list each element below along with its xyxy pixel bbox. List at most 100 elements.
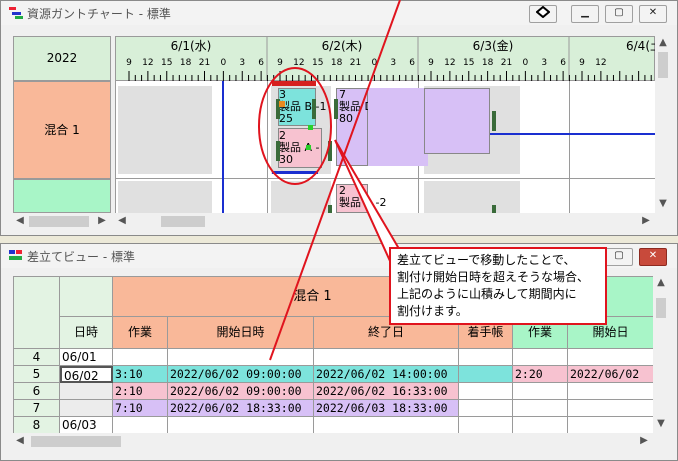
hidden-cell[interactable] [459, 366, 513, 383]
job-block-a2[interactable]: 2 製品 A -2 [336, 184, 387, 213]
current-date-line [222, 81, 224, 213]
left-hscroll-thumb[interactable] [29, 216, 89, 227]
app-icon [9, 7, 23, 19]
hidden-cell[interactable] [459, 400, 513, 417]
start2-cell[interactable] [568, 349, 653, 366]
hidden-cell[interactable] [459, 417, 513, 433]
row-number[interactable]: 7 [14, 400, 60, 417]
sashi-title: 差立てビュー - 標準 [27, 250, 135, 264]
hour-label: 18 [482, 58, 494, 68]
row-number[interactable]: 4 [14, 349, 60, 366]
scroll-right-icon[interactable]: ▶ [639, 215, 653, 226]
end-cell[interactable] [314, 349, 459, 366]
scroll-right-icon[interactable]: ▶ [95, 215, 109, 226]
start2-cell[interactable] [568, 383, 653, 400]
hour-label: 15 [463, 58, 474, 68]
setup-marker [328, 205, 332, 213]
row-number[interactable]: 8 [14, 417, 60, 433]
row-number[interactable]: 6 [14, 383, 60, 400]
work-cell[interactable]: 7:10 [113, 400, 168, 417]
date-cell[interactable]: 06/01 [60, 349, 113, 366]
hidden-cell[interactable] [459, 383, 513, 400]
day-label: 6/2(木) [322, 39, 363, 53]
gantt-chart-area: 3 製品 B -1 25 2 製品 A - 30 7 製品 D -10 80 2… [115, 81, 655, 213]
hour-label: 9 [428, 58, 434, 68]
start2-cell[interactable]: 2022/06/02 [568, 366, 653, 383]
end-cell[interactable] [314, 417, 459, 433]
maximize-icon[interactable]: ▢ [605, 5, 633, 23]
hour-label: 15 [161, 58, 172, 68]
end-cell[interactable]: 2022/06/02 14:00:00 [314, 366, 459, 383]
close-icon[interactable]: ✕ [639, 248, 667, 266]
close-icon[interactable]: ✕ [639, 5, 667, 23]
hour-label: 6 [560, 58, 566, 68]
start2-cell[interactable] [568, 400, 653, 417]
start-cell[interactable]: 2022/06/02 18:33:00 [168, 400, 314, 417]
date-cell[interactable]: 06/03 [60, 417, 113, 433]
work2-cell[interactable] [513, 400, 568, 417]
work2-cell[interactable] [513, 417, 568, 433]
day-label: 6/4(土 [626, 39, 656, 53]
job-block-d2[interactable] [424, 88, 490, 154]
corner-cell [60, 277, 113, 317]
work2-cell[interactable] [513, 383, 568, 400]
callout-box: 差立てビューで移動したことで、 割付け開始日時を超えそうな場合、 上記のように山… [389, 247, 607, 325]
scroll-down-icon[interactable]: ▼ [655, 198, 671, 209]
gantt-hscrollbar[interactable]: ◀ ▶ [115, 213, 655, 230]
end-cell[interactable]: 2022/06/02 16:33:00 [314, 383, 459, 400]
start-cell[interactable] [168, 349, 314, 366]
start-cell[interactable]: 2022/06/02 09:00:00 [168, 383, 314, 400]
resource-label: 混合 1 [44, 123, 80, 137]
col-header-start[interactable]: 開始日時 [168, 317, 314, 349]
end-cell[interactable]: 2022/06/03 18:33:00 [314, 400, 459, 417]
hidden-cell[interactable] [459, 349, 513, 366]
work-cell[interactable] [113, 417, 168, 433]
settings-icon[interactable] [529, 5, 557, 23]
row-number[interactable]: 5 [14, 366, 60, 383]
scroll-up-icon[interactable]: ▲ [655, 37, 671, 48]
sashi-hscrollbar[interactable]: ◀ ▶ [13, 433, 653, 450]
date-cell[interactable] [60, 400, 113, 417]
col-header-work[interactable]: 作業 [113, 317, 168, 349]
col-header-date[interactable]: 日時 [60, 317, 113, 349]
scroll-left-icon[interactable]: ◀ [13, 435, 27, 446]
work-cell[interactable]: 2:10 [113, 383, 168, 400]
resource-row-1[interactable]: 混合 1 [13, 81, 111, 179]
scroll-up-icon[interactable]: ▲ [653, 277, 669, 288]
work-cell[interactable]: 3:10 [113, 366, 168, 383]
minimize-icon[interactable]: ▁ [571, 5, 599, 23]
work2-cell[interactable]: 2:20 [513, 366, 568, 383]
job-block-d-tail[interactable] [368, 88, 428, 166]
setup-marker [492, 205, 496, 213]
scroll-down-icon[interactable]: ▼ [653, 418, 669, 429]
gantt-hscroll-thumb[interactable] [161, 216, 205, 227]
left-hscrollbar[interactable]: ◀ ▶ [13, 213, 111, 230]
start-cell[interactable]: 2022/06/02 09:00:00 [168, 366, 314, 383]
job-block-d[interactable]: 7 製品 D -10 80 [336, 88, 394, 166]
sashi-vscroll-thumb[interactable] [656, 298, 666, 318]
work2-cell[interactable] [513, 349, 568, 366]
gantt-titlebar[interactable]: 資源ガントチャート - 標準 ▁ ▢ ✕ [1, 1, 677, 25]
sashi-hscroll-thumb[interactable] [31, 436, 121, 447]
hour-label: 18 [180, 58, 192, 68]
scroll-left-icon[interactable]: ◀ [115, 215, 129, 226]
start2-cell[interactable] [568, 417, 653, 433]
gantt-vscroll-thumb[interactable] [658, 52, 668, 78]
maximize-icon[interactable]: ▢ [605, 248, 633, 266]
hour-label: 3 [239, 58, 245, 68]
col-header-date-label: 日時 [73, 325, 98, 339]
row-divider [116, 178, 655, 179]
scroll-left-icon[interactable]: ◀ [13, 215, 27, 226]
gantt-vscrollbar[interactable]: ▲ ▼ [655, 36, 671, 213]
setup-marker [492, 111, 496, 131]
hour-label: 0 [372, 58, 378, 68]
date-cell[interactable] [60, 383, 113, 400]
work-cell[interactable] [113, 349, 168, 366]
start-cell[interactable] [168, 417, 314, 433]
sashi-vscrollbar[interactable]: ▲ ▼ [653, 276, 669, 433]
date-cell[interactable]: 06/02 [60, 366, 113, 383]
resource-row-2[interactable] [13, 179, 111, 213]
scroll-right-icon[interactable]: ▶ [637, 435, 651, 446]
group-label: 混合 1 [293, 289, 332, 304]
hour-label: 12 [444, 58, 455, 68]
